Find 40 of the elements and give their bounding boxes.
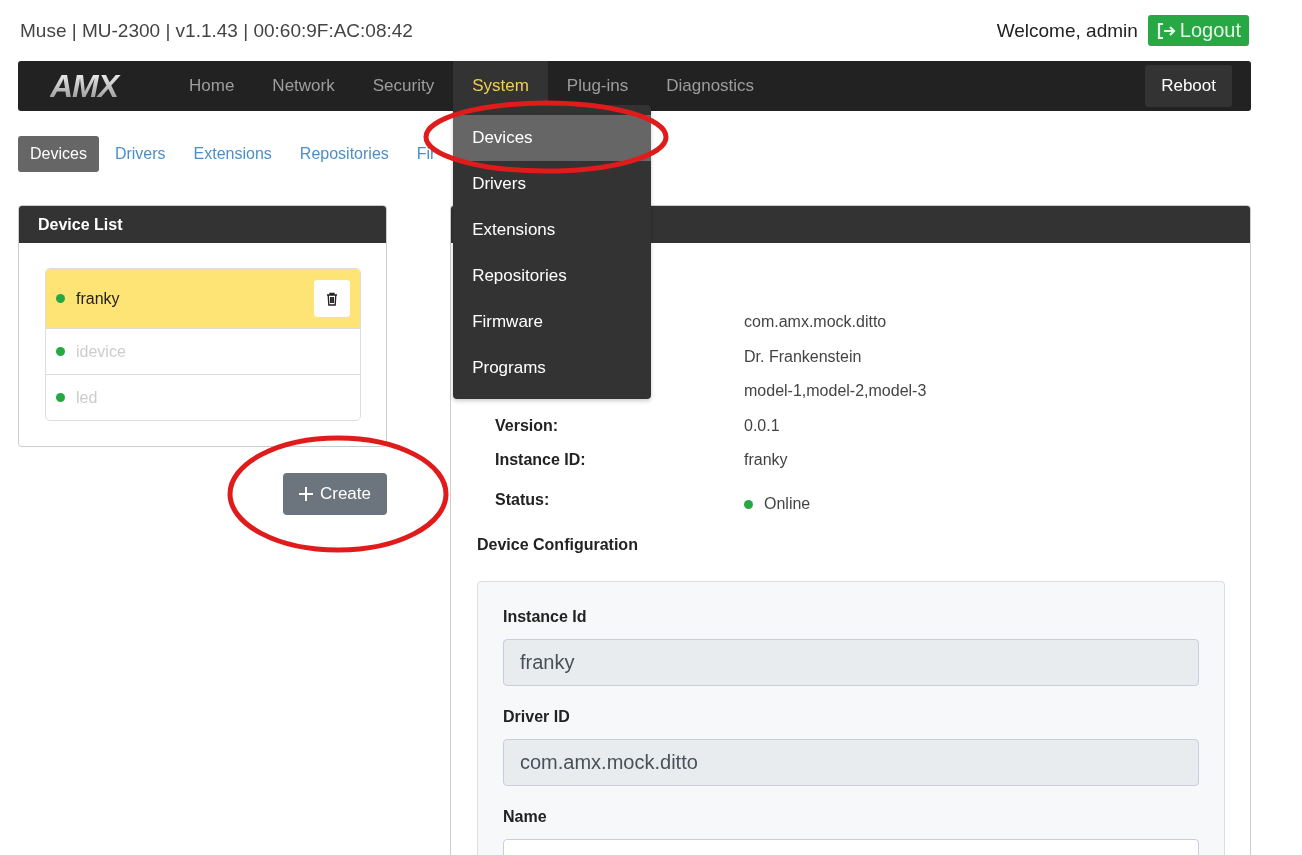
nav-item[interactable]: Diagnostics [647, 61, 774, 111]
detail-value: 0.0.1 [744, 416, 780, 435]
nav-item[interactable]: Security [353, 61, 454, 111]
plus-icon [298, 487, 313, 501]
menu-item[interactable]: Devices [453, 115, 652, 161]
welcome-text: Welcome, admin [996, 19, 1138, 42]
menu-item[interactable]: Repositories [453, 253, 652, 299]
field-label: Instance Id [503, 607, 588, 626]
tab[interactable]: Devices [18, 136, 99, 172]
tab[interactable]: Fir [404, 136, 448, 172]
device-name: franky [76, 289, 121, 308]
delete-button[interactable] [314, 280, 350, 317]
field-label: Name [503, 807, 548, 826]
detail-label: Status: [495, 490, 550, 508]
nav-item[interactable]: Home [170, 61, 254, 111]
trash-icon [326, 291, 338, 306]
menu-item[interactable]: Drivers [453, 161, 652, 207]
detail-value: Dr. Frankenstein [744, 347, 862, 366]
tab[interactable]: Drivers [102, 136, 178, 172]
nav-item[interactable]: Network [253, 61, 354, 111]
detail-value: model-1,model-2,model-3 [744, 382, 927, 401]
card-title: Device List [38, 215, 123, 234]
tab[interactable]: Extensions [181, 136, 284, 172]
logout-icon [1155, 21, 1176, 40]
create-button[interactable]: Create [282, 473, 387, 515]
detail-label: Version: [495, 416, 559, 434]
field-label: Driver ID [503, 707, 571, 726]
detail-label: Instance ID: [495, 451, 586, 469]
status-value: Online [764, 495, 811, 513]
menu-item[interactable]: Extensions [453, 207, 652, 253]
device-info: Muse | MU-2300 | v1.1.43 | 00:60:9F:AC:08:42 [20, 19, 413, 42]
detail-value: com.amx.mock.ditto [744, 313, 887, 332]
detail-value: franky [744, 451, 788, 470]
section-title: Device Configuration [477, 535, 639, 554]
nav-item[interactable]: Plug-ins [547, 61, 648, 111]
reboot-button[interactable]: Reboot [1145, 65, 1232, 107]
tab[interactable]: Repositories [287, 136, 401, 172]
device-item[interactable]: franky [46, 269, 360, 328]
menu-item[interactable]: Firmware [453, 299, 652, 345]
menu-item[interactable]: Programs [453, 345, 652, 391]
